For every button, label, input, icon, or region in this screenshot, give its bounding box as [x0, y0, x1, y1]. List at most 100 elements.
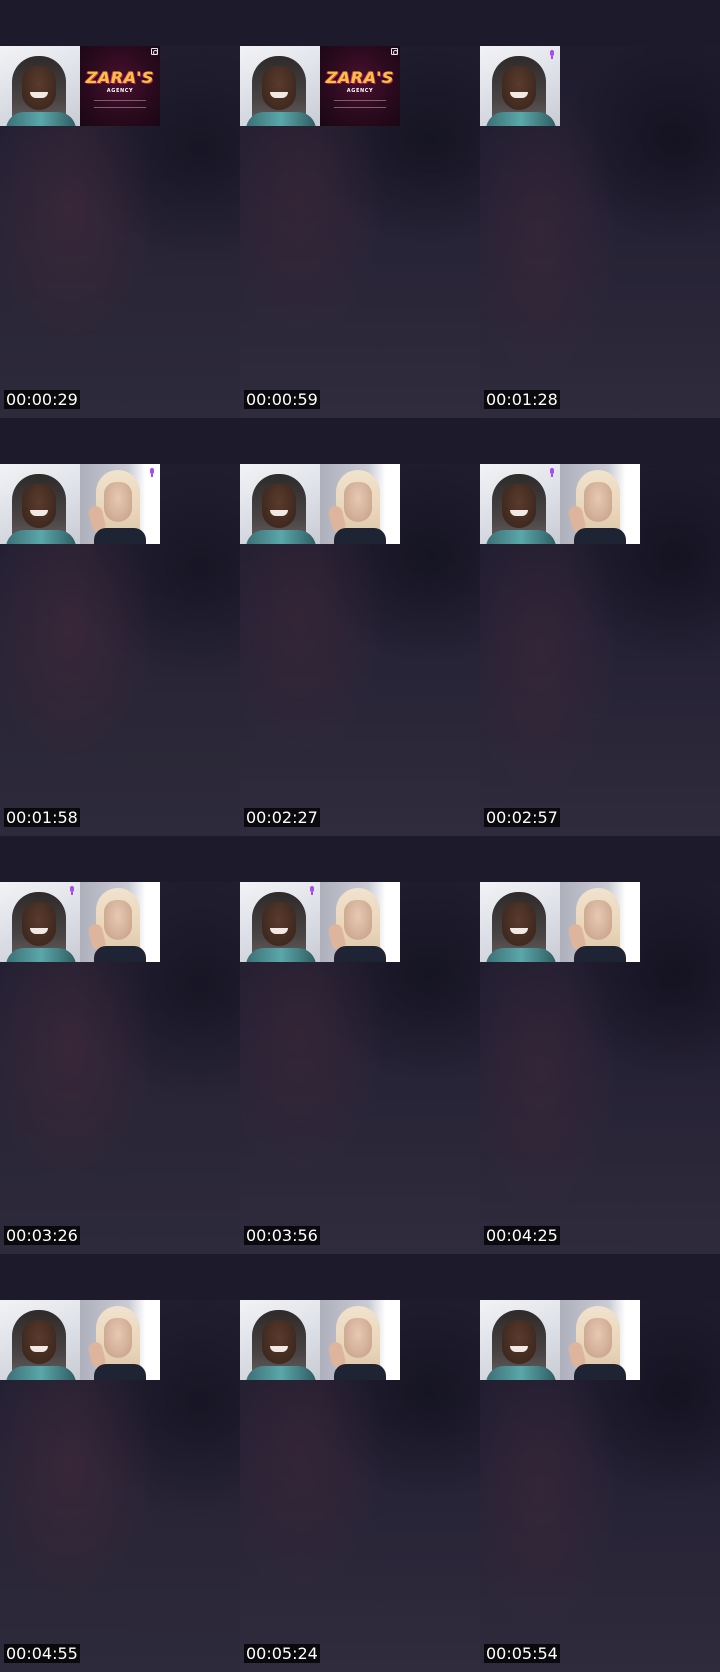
guest-face	[104, 1318, 132, 1358]
host-shirt	[486, 530, 556, 544]
guest-video-tile	[80, 882, 160, 962]
video-frame-thumbnail[interactable]: 00:04:25	[480, 836, 720, 1254]
guest-video-tile	[560, 1300, 640, 1380]
host-shirt	[486, 112, 556, 126]
frame-top-band	[0, 0, 240, 46]
video-frame-thumbnail[interactable]: ZARA'S AGENCY 00:00:59	[240, 0, 480, 418]
guest-face	[344, 1318, 372, 1358]
frame-top-band	[240, 418, 480, 464]
participant-tiles	[240, 1300, 400, 1380]
host-video-tile	[480, 46, 560, 126]
video-frame-thumbnail[interactable]: ZARA'S AGENCY 00:00:29	[0, 0, 240, 418]
guest-video-tile	[320, 464, 400, 544]
guest-top	[94, 946, 146, 962]
guest-top	[334, 946, 386, 962]
host-shirt	[246, 948, 316, 962]
video-frame-thumbnail[interactable]: 00:03:26	[0, 836, 240, 1254]
host-shirt	[6, 530, 76, 544]
brand-logo-text: ZARA'S	[325, 68, 395, 87]
participant-tiles	[0, 464, 160, 544]
frame-top-band	[0, 1254, 240, 1300]
frame-timestamp: 00:03:26	[4, 1226, 80, 1245]
host-shirt	[486, 1366, 556, 1380]
guest-top	[94, 528, 146, 544]
video-frame-thumbnail[interactable]: 00:01:58	[0, 418, 240, 836]
mic-stem	[311, 892, 313, 895]
microphone-active-icon	[69, 886, 75, 895]
microphone-active-icon	[309, 886, 315, 895]
video-frame-thumbnail[interactable]: 00:04:55	[0, 1254, 240, 1672]
participant-tiles	[480, 882, 640, 962]
thumbnail-grid: ZARA'S AGENCY 00:00:29 ZARA'S AGENCY 00:00:59…	[0, 0, 720, 1672]
brand-divider	[334, 100, 386, 108]
host-face	[502, 902, 536, 946]
frame-timestamp: 00:04:55	[4, 1644, 80, 1663]
video-frame-thumbnail[interactable]: 00:03:56	[240, 836, 480, 1254]
participant-tiles	[480, 1300, 640, 1380]
host-video-tile	[0, 46, 80, 126]
guest-video-tile	[560, 464, 640, 544]
mic-stem	[551, 56, 553, 59]
participant-tiles	[0, 1300, 160, 1380]
participant-tiles: ZARA'S AGENCY	[240, 46, 400, 126]
frame-timestamp: 00:02:27	[244, 808, 320, 827]
host-video-tile	[480, 882, 560, 962]
host-face	[262, 902, 296, 946]
frame-timestamp: 00:05:54	[484, 1644, 560, 1663]
frame-timestamp: 00:02:57	[484, 808, 560, 827]
guest-face	[344, 900, 372, 940]
frame-timestamp: 00:04:25	[484, 1226, 560, 1245]
host-face	[22, 1320, 56, 1364]
guest-top	[574, 946, 626, 962]
video-frame-thumbnail[interactable]: 00:05:54	[480, 1254, 720, 1672]
guest-face	[584, 900, 612, 940]
mic-stem	[71, 892, 73, 895]
host-face	[262, 1320, 296, 1364]
guest-face	[104, 482, 132, 522]
mic-stem	[151, 474, 153, 477]
screen-share-icon[interactable]	[391, 48, 398, 55]
participant-tiles	[240, 882, 400, 962]
host-face	[502, 66, 536, 110]
frame-timestamp: 00:00:29	[4, 390, 80, 409]
frame-top-band	[480, 1254, 720, 1300]
brand-screen-tile: ZARA'S AGENCY	[320, 46, 400, 126]
frame-timestamp: 00:03:56	[244, 1226, 320, 1245]
video-frame-thumbnail[interactable]: 00:02:27	[240, 418, 480, 836]
frame-top-band	[240, 0, 480, 46]
host-video-tile	[240, 882, 320, 962]
guest-face	[344, 482, 372, 522]
guest-face	[584, 482, 612, 522]
video-frame-thumbnail[interactable]: 00:02:57	[480, 418, 720, 836]
brand-subtitle: AGENCY	[346, 88, 374, 94]
host-face	[502, 484, 536, 528]
frame-timestamp: 00:05:24	[244, 1644, 320, 1663]
frame-timestamp: 00:00:59	[244, 390, 320, 409]
screen-share-icon[interactable]	[151, 48, 158, 55]
mic-stem	[551, 474, 553, 477]
host-shirt	[246, 530, 316, 544]
guest-video-tile	[320, 882, 400, 962]
host-shirt	[246, 112, 316, 126]
host-video-tile	[0, 882, 80, 962]
guest-video-tile	[80, 1300, 160, 1380]
participant-tiles: ZARA'S AGENCY	[0, 46, 160, 126]
host-shirt	[6, 1366, 76, 1380]
host-video-tile	[480, 464, 560, 544]
guest-top	[94, 1364, 146, 1380]
video-frame-thumbnail[interactable]: 00:01:28	[480, 0, 720, 418]
brand-subtitle: AGENCY	[106, 88, 134, 94]
host-video-tile	[480, 1300, 560, 1380]
microphone-active-icon	[149, 468, 155, 477]
microphone-active-icon	[549, 50, 555, 59]
host-video-tile	[240, 46, 320, 126]
frame-top-band	[480, 0, 720, 46]
host-shirt	[6, 948, 76, 962]
guest-top	[574, 1364, 626, 1380]
brand-logo-text: ZARA'S	[85, 68, 155, 87]
video-frame-thumbnail[interactable]: 00:05:24	[240, 1254, 480, 1672]
frame-timestamp: 00:01:28	[484, 390, 560, 409]
host-face	[262, 66, 296, 110]
frame-top-band	[0, 418, 240, 464]
brand-screen-tile: ZARA'S AGENCY	[80, 46, 160, 126]
